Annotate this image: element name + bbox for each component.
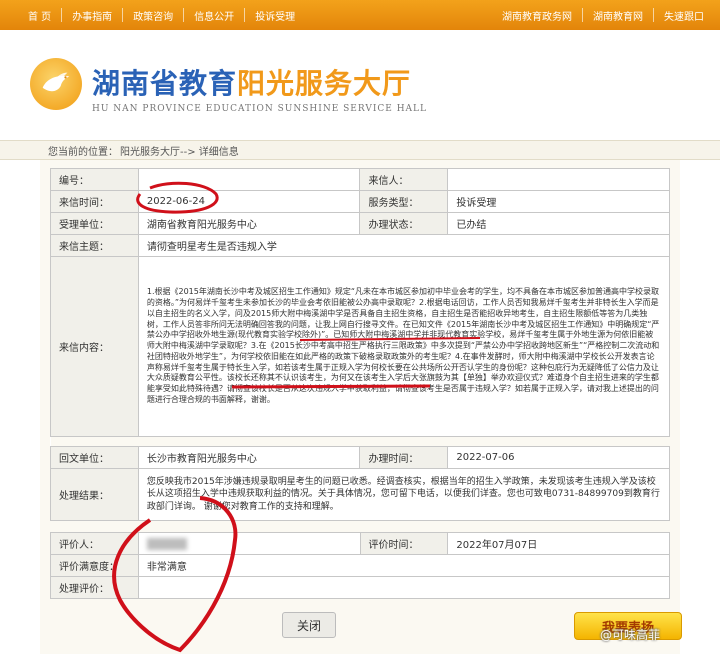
nav-complaint[interactable]: 投诉受理 [245, 8, 305, 23]
value-handle-time: 2022-07-06 [447, 446, 670, 469]
value-status: 已办结 [447, 212, 670, 235]
label-result: 处理结果： [50, 468, 139, 521]
nav-home[interactable]: 首 页 [18, 8, 61, 23]
value-sender [447, 168, 670, 191]
site-title: 湖南省教育阳光服务大厅 [92, 67, 412, 100]
value-dept: 湖南省教育阳光服务中心 [137, 212, 361, 235]
nav-policy[interactable]: 政策咨询 [123, 8, 183, 23]
main-content: 编号： 来信人： 来信时间： 2022-06-24 服务类型： 投诉受理 受理单… [40, 160, 680, 654]
site-title-block: 湖南省教育阳光服务大厅 HU NAN PROVINCE EDUCATION SU… [92, 62, 427, 114]
spacer [50, 436, 670, 447]
breadcrumb: 您当前的位置： 阳光服务大厅--> 详细信息 [0, 140, 720, 160]
label-satisfaction: 评价满意度： [50, 554, 139, 577]
evaluation-table: 评价人： 评价时间： 2022年07月07日 评价满意度： 非常满意 处理评价： [50, 532, 671, 599]
value-content: 1.根据《2015年湖南长沙中考及城区招生工作通知》规定“凡未在本市城区参加初中… [137, 256, 671, 437]
value-eval-comment [137, 576, 671, 599]
label-date: 来信时间： [50, 190, 139, 213]
value-number [137, 168, 361, 191]
nav-info[interactable]: 信息公开 [184, 8, 244, 23]
breadcrumb-prefix: 您当前的位置： [48, 146, 118, 158]
link-gov-site[interactable]: 湖南教育政务网 [492, 8, 582, 23]
value-eval-time: 2022年07月07日 [447, 532, 670, 555]
value-subject: 请彻查明星考生是否违规入学 [137, 234, 671, 257]
label-content: 来信内容： [50, 256, 139, 437]
label-dept: 受理单位： [50, 212, 139, 235]
label-service-type: 服务类型： [359, 190, 449, 213]
label-subject: 来信主题： [50, 234, 139, 257]
close-button[interactable]: 关闭 [282, 612, 336, 638]
top-nav-left: 首 页 办事指南 政策咨询 信息公开 投诉受理 [0, 8, 305, 23]
label-number: 编号： [50, 168, 139, 191]
value-evaluator [137, 532, 361, 555]
top-nav: 首 页 办事指南 政策咨询 信息公开 投诉受理 湖南教育政务网 湖南教育网 失速… [0, 0, 720, 30]
label-eval-time: 评价时间： [359, 532, 449, 555]
top-nav-right: 湖南教育政务网 湖南教育网 失速跟口 [492, 8, 720, 23]
label-sender: 来信人： [359, 168, 449, 191]
label-reply-unit: 回文单位： [50, 446, 139, 469]
nav-guide[interactable]: 办事指南 [62, 8, 122, 23]
label-eval-comment: 处理评价： [50, 576, 139, 599]
value-satisfaction: 非常满意 [137, 554, 671, 577]
letter-detail-table: 编号： 来信人： 来信时间： 2022-06-24 服务类型： 投诉受理 受理单… [50, 168, 671, 521]
breadcrumb-path[interactable]: 阳光服务大厅--> 详细信息 [120, 143, 239, 158]
value-reply-unit: 长沙市教育阳光服务中心 [137, 446, 361, 469]
link-exit[interactable]: 失速跟口 [654, 8, 714, 23]
label-status: 办理状态： [359, 212, 449, 235]
value-result: 您反映我市2015年涉嫌违规录取明星考生的问题已收悉。经调查核实，根据当年的招生… [137, 468, 671, 521]
header-banner: 湖南省教育阳光服务大厅 HU NAN PROVINCE EDUCATION SU… [0, 30, 720, 132]
site-subtitle: HU NAN PROVINCE EDUCATION SUNSHINE SERVI… [92, 104, 428, 114]
label-handle-time: 办理时间： [359, 446, 449, 469]
link-edu-site[interactable]: 湖南教育网 [583, 8, 653, 23]
label-evaluator: 评价人： [50, 532, 139, 555]
watermark-text: @可味高菲 [600, 628, 661, 642]
redacted-name [146, 537, 187, 550]
value-service-type: 投诉受理 [447, 190, 670, 213]
value-date: 2022-06-24 [137, 190, 361, 213]
dove-logo-icon [30, 58, 82, 110]
